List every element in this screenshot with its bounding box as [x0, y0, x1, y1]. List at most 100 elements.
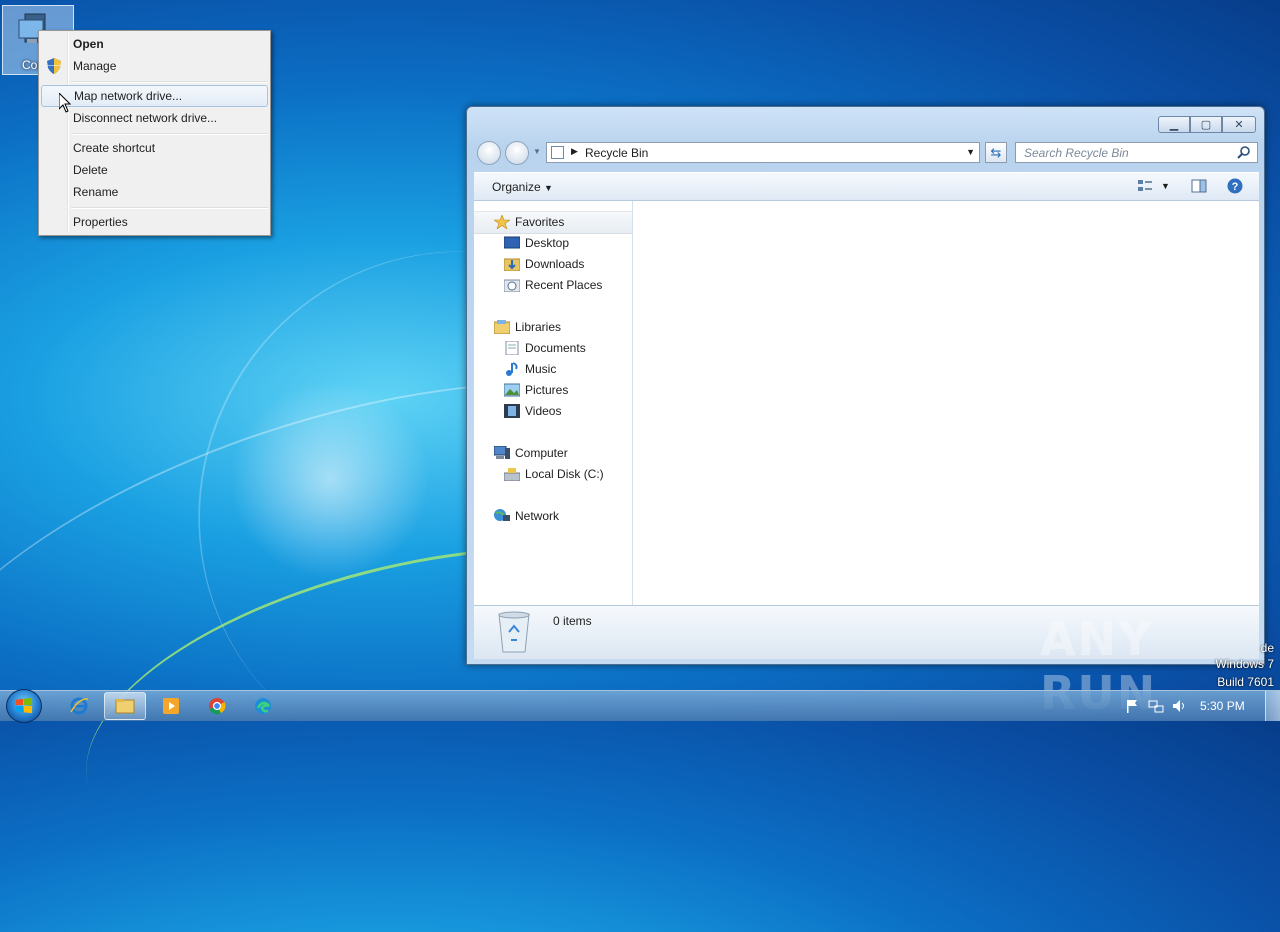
os-text-line1: de	[1260, 641, 1274, 655]
nav-item-local-disk[interactable]: Local Disk (C:)	[474, 464, 632, 485]
menu-item-delete[interactable]: Delete	[41, 159, 268, 181]
menu-separator	[71, 133, 268, 135]
minimize-icon: ▁	[1169, 119, 1179, 131]
videos-icon	[504, 404, 520, 418]
menu-item-manage[interactable]: Manage	[41, 55, 268, 77]
taskbar-windows-explorer[interactable]	[104, 692, 146, 720]
nav-computer[interactable]: Computer	[474, 443, 632, 464]
menu-item-label: Create shortcut	[73, 141, 156, 155]
os-build-text: Build 7601	[1217, 675, 1274, 689]
star-icon	[494, 215, 510, 229]
chrome-icon	[209, 698, 226, 715]
search-box[interactable]: Search Recycle Bin	[1015, 142, 1258, 163]
taskbar-media-player[interactable]	[150, 692, 192, 720]
menu-item-properties[interactable]: Properties	[41, 211, 268, 233]
menu-separator	[71, 207, 268, 209]
local-disk-icon	[504, 468, 520, 481]
menu-item-open[interactable]: Open	[41, 33, 268, 55]
context-menu: Open Manage Map network drive... Disconn…	[38, 30, 271, 236]
nav-item-videos[interactable]: Videos	[474, 401, 632, 422]
nav-label: Computer	[515, 446, 568, 460]
address-dropdown-icon[interactable]: ▼	[966, 147, 975, 157]
libraries-icon	[494, 320, 510, 334]
nav-label: Network	[515, 509, 560, 523]
nav-label: Libraries	[515, 320, 562, 334]
nav-item-documents[interactable]: Documents	[474, 338, 632, 359]
taskbar-chrome[interactable]	[196, 692, 238, 720]
chevron-down-icon: ▼	[544, 183, 553, 193]
show-desktop-button[interactable]	[1265, 691, 1280, 721]
maximize-icon: ▢	[1200, 119, 1212, 131]
menu-item-create-shortcut[interactable]: Create shortcut	[41, 137, 268, 159]
menu-separator	[71, 81, 268, 83]
file-list-area[interactable]	[633, 201, 1259, 605]
minimize-button[interactable]: ▁	[1158, 116, 1190, 133]
nav-item-desktop[interactable]: Desktop	[474, 233, 632, 254]
organize-button[interactable]: Organize ▼	[492, 180, 553, 194]
menu-item-label: Map network drive...	[74, 89, 183, 103]
pictures-icon	[504, 383, 520, 397]
nav-item-music[interactable]: Music	[474, 359, 632, 380]
uac-shield-icon	[47, 58, 61, 74]
internet-explorer-icon	[70, 697, 89, 715]
nav-label: Documents	[525, 341, 586, 355]
media-player-icon	[163, 698, 179, 714]
view-options-chevron-icon[interactable]: ▼	[1161, 181, 1170, 191]
recent-places-icon	[504, 279, 520, 292]
explorer-window: ▁ ▢ ✕ ▼ ▶ Recycle Bin ▼ ⇆ Search Recycle…	[466, 106, 1265, 665]
desktop-folder-icon	[504, 236, 520, 249]
forward-button[interactable]	[505, 141, 529, 165]
breadcrumb-recycle-bin[interactable]: Recycle Bin	[585, 146, 648, 160]
search-placeholder: Search Recycle Bin	[1024, 146, 1129, 160]
maximize-button[interactable]: ▢	[1190, 116, 1222, 133]
refresh-button[interactable]: ⇆	[985, 142, 1007, 163]
svg-text:?: ?	[1232, 181, 1239, 193]
navigation-pane: Favorites Desktop Downloads Recent Place…	[474, 201, 633, 605]
breadcrumb-arrow-icon[interactable]: ▶	[571, 146, 578, 157]
nav-item-downloads[interactable]: Downloads	[474, 254, 632, 275]
nav-favorites[interactable]: Favorites	[474, 211, 632, 234]
nav-item-recent-places[interactable]: Recent Places	[474, 275, 632, 296]
nav-network[interactable]: Network	[474, 506, 632, 527]
nav-label: Downloads	[525, 257, 585, 271]
preview-pane-icon[interactable]	[1191, 179, 1207, 193]
nav-libraries[interactable]: Libraries	[474, 317, 632, 338]
help-icon[interactable]: ?	[1227, 178, 1243, 194]
back-button[interactable]	[477, 141, 501, 165]
computer-icon	[494, 446, 510, 459]
edge-icon	[255, 698, 271, 714]
menu-item-rename[interactable]: Rename	[41, 181, 268, 203]
search-icon[interactable]	[1237, 145, 1251, 159]
wallpaper-glow	[230, 380, 430, 580]
recycle-bin-icon	[498, 611, 530, 653]
address-bar[interactable]: ▶ Recycle Bin ▼	[546, 142, 980, 163]
menu-item-label: Open	[73, 37, 104, 51]
nav-label: Pictures	[525, 383, 569, 397]
network-tray-icon[interactable]	[1148, 698, 1164, 714]
menu-item-label: Delete	[73, 163, 108, 177]
nav-item-pictures[interactable]: Pictures	[474, 380, 632, 401]
recent-pages-dropdown[interactable]: ▼	[533, 147, 541, 156]
menu-item-map-network-drive[interactable]: Map network drive...	[41, 85, 268, 107]
menu-item-disconnect-network-drive[interactable]: Disconnect network drive...	[41, 107, 268, 129]
refresh-icon: ⇆	[990, 145, 1002, 160]
taskbar-edge[interactable]	[242, 692, 284, 720]
item-count: 0 items	[553, 614, 592, 628]
nav-label: Videos	[525, 404, 562, 418]
change-view-icon[interactable]	[1137, 179, 1153, 193]
recycle-bin-small-icon	[551, 146, 564, 159]
taskbar-internet-explorer[interactable]	[58, 692, 100, 720]
folder-icon	[115, 699, 135, 714]
volume-icon[interactable]	[1171, 698, 1187, 714]
action-center-flag-icon[interactable]	[1124, 698, 1140, 714]
music-icon	[506, 362, 518, 376]
nav-label: Music	[525, 362, 557, 376]
nav-label: Desktop	[525, 236, 570, 250]
clock[interactable]: 5:30 PM	[1200, 699, 1245, 713]
close-button[interactable]: ✕	[1222, 116, 1256, 133]
nav-label: Recent Places	[525, 278, 603, 292]
organize-label: Organize	[492, 180, 541, 194]
menu-item-label: Manage	[73, 59, 117, 73]
start-button[interactable]	[6, 689, 42, 723]
documents-icon	[505, 341, 519, 355]
